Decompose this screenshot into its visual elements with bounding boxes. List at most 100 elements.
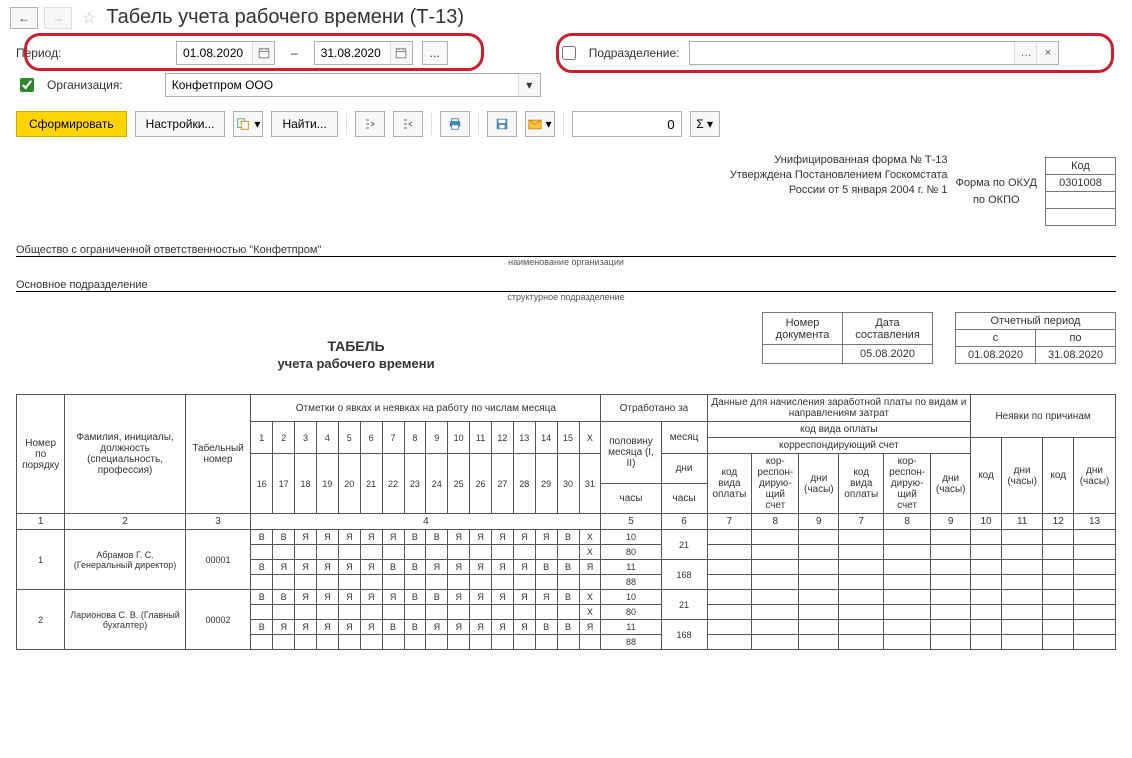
- mark-cell: [404, 605, 426, 620]
- mark-cell: [492, 605, 514, 620]
- expand-button[interactable]: [355, 111, 385, 137]
- generate-button[interactable]: Сформировать: [16, 111, 127, 137]
- row-num: 2: [17, 590, 65, 650]
- mark-cell: Я: [360, 590, 382, 605]
- day9: 9: [426, 422, 448, 454]
- org-checkbox[interactable]: [20, 78, 34, 92]
- email-button[interactable]: ▾: [525, 111, 555, 137]
- extra-code-cell: [1046, 209, 1116, 226]
- date-to-input[interactable]: [315, 42, 390, 64]
- settings-button[interactable]: Настройки...: [135, 111, 226, 137]
- mark-cell: [470, 635, 492, 650]
- day5: 5: [338, 422, 360, 454]
- mark-cell: [360, 545, 382, 560]
- save-button[interactable]: [487, 111, 517, 137]
- settings-menu-icon[interactable]: ▾: [233, 111, 263, 137]
- mark-cell: [382, 605, 404, 620]
- back-button[interactable]: ←: [10, 7, 38, 29]
- separator: [346, 113, 347, 135]
- cn11: 11: [1001, 514, 1043, 530]
- sub-title: учета рабочего времени: [0, 356, 906, 371]
- day29: 29: [535, 454, 557, 514]
- mark-cell: [513, 545, 535, 560]
- date-to-calendar-icon[interactable]: [390, 42, 412, 64]
- half1-days: 10: [601, 530, 661, 545]
- department-input[interactable]: [690, 42, 1014, 64]
- mark-cell: В: [251, 560, 273, 575]
- mark-cell: [448, 605, 470, 620]
- mark-cell: [535, 575, 557, 590]
- mark-cell: В: [557, 620, 579, 635]
- mark-cell: [382, 545, 404, 560]
- day18: 18: [295, 454, 317, 514]
- department-checkbox[interactable]: [562, 46, 576, 60]
- mark-cell: [448, 575, 470, 590]
- day30: 30: [557, 454, 579, 514]
- mark-cell: В: [557, 530, 579, 545]
- mark-cell: [426, 575, 448, 590]
- org-dropdown-icon[interactable]: ▾: [518, 74, 540, 96]
- mark-cell: [273, 545, 295, 560]
- th-corr1: кор-респон-дирую-щий счет: [752, 454, 799, 514]
- org-caption: наименование организации: [16, 257, 1116, 267]
- favorite-icon[interactable]: ☆: [78, 8, 100, 28]
- cn9: 9: [799, 514, 839, 530]
- day13: 13: [513, 422, 535, 454]
- department-clear-icon[interactable]: ×: [1036, 42, 1058, 64]
- th-paycode: код вида оплаты: [707, 422, 971, 438]
- mark-cell: Я: [492, 530, 514, 545]
- collapse-button[interactable]: [393, 111, 423, 137]
- mark-cell: [492, 575, 514, 590]
- mark-cell: Я: [317, 590, 339, 605]
- period-picker-button[interactable]: ...: [422, 41, 448, 65]
- day31: 31: [579, 454, 601, 514]
- day27: 27: [492, 454, 514, 514]
- kod-header: Код: [1046, 158, 1116, 175]
- mark-cell: [317, 575, 339, 590]
- department-picker-icon[interactable]: …: [1014, 42, 1036, 64]
- sigma-button[interactable]: Σ ▾: [690, 111, 720, 137]
- print-button[interactable]: [440, 111, 470, 137]
- mark-cell: Я: [317, 620, 339, 635]
- number-input[interactable]: [572, 111, 682, 137]
- mark-cell: [317, 545, 339, 560]
- day7: 7: [382, 422, 404, 454]
- mark-cell: [251, 545, 273, 560]
- th-code2: код вида оплаты: [839, 454, 884, 514]
- org-input[interactable]: [166, 75, 518, 95]
- mark-cell: В: [251, 590, 273, 605]
- cn9b: 9: [931, 514, 971, 530]
- mark-cell: [360, 575, 382, 590]
- half2-hours: 88: [601, 635, 661, 650]
- date-dash: –: [285, 46, 304, 60]
- period-label: Период:: [16, 46, 111, 60]
- date-from-calendar-icon[interactable]: [252, 42, 274, 64]
- cn8b: 8: [884, 514, 931, 530]
- th-num: Номер по порядку: [17, 395, 65, 514]
- period-header: Отчетный период: [956, 313, 1116, 330]
- row-tab: 00001: [185, 530, 251, 590]
- mark-cell: X: [579, 605, 601, 620]
- mark-cell: [579, 575, 601, 590]
- mark-cell: Я: [535, 590, 557, 605]
- cn7b: 7: [839, 514, 884, 530]
- date-from-input[interactable]: [177, 42, 252, 64]
- mark-cell: Я: [338, 560, 360, 575]
- mark-cell: X: [579, 545, 601, 560]
- th-marks: Отметки о явках и неявках на работу по ч…: [251, 395, 601, 422]
- th-code1: код вида оплаты: [707, 454, 752, 514]
- mark-cell: [360, 605, 382, 620]
- mark-cell: В: [382, 620, 404, 635]
- mark-cell: Я: [338, 590, 360, 605]
- mark-cell: [557, 605, 579, 620]
- th-absence: Неявки по причинам: [971, 395, 1116, 438]
- period-from-value: 01.08.2020: [956, 347, 1036, 364]
- month-hours: 168: [661, 560, 707, 590]
- forward-button[interactable]: →: [44, 7, 72, 29]
- find-button[interactable]: Найти...: [271, 111, 337, 137]
- mark-cell: [338, 635, 360, 650]
- mark-cell: [338, 545, 360, 560]
- day2: 2: [273, 422, 295, 454]
- month-hours: 168: [661, 620, 707, 650]
- mark-cell: В: [557, 590, 579, 605]
